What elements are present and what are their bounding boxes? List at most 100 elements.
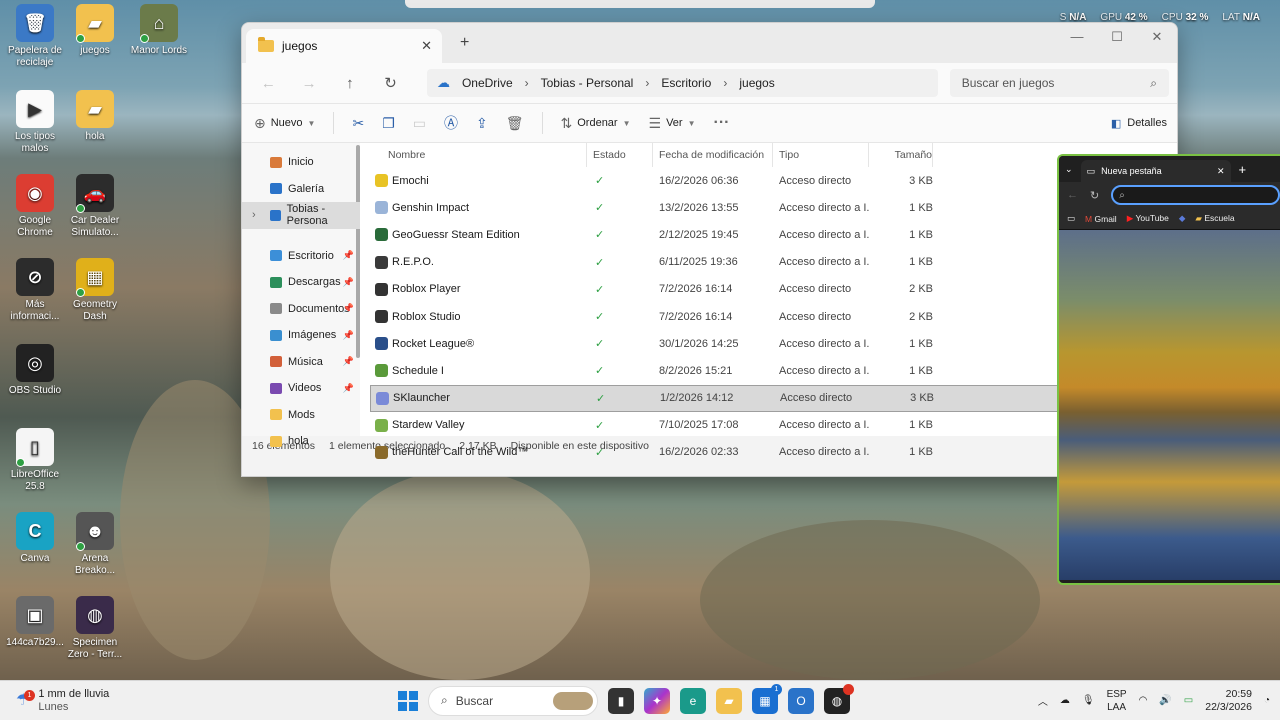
input-language[interactable]: ESP LAA (1107, 688, 1127, 714)
windows-start-icon[interactable] (398, 690, 418, 711)
details-button[interactable]: ◧ Detalles (1111, 117, 1167, 130)
close-window-button[interactable]: ✕ (1137, 29, 1177, 45)
volume-icon[interactable]: 🔊 (1159, 695, 1171, 706)
clock[interactable]: 20:59 22/3/2026 (1205, 688, 1252, 714)
breadcrumb-personal[interactable]: Tobias - Personal (541, 76, 634, 90)
store-icon[interactable]: ▦ 1 (752, 683, 782, 714)
desktop-icon[interactable]: ▰ juegos (64, 4, 126, 57)
reload-button[interactable]: ↻ (1090, 189, 1099, 202)
desktop-icon[interactable]: ◉ Google Chrome (4, 174, 66, 239)
bookmark-escuela[interactable]: ▰ Escuela (1195, 213, 1234, 224)
desktop-icon[interactable]: ◍ Specimen Zero - Terr... (64, 596, 126, 661)
table-row[interactable]: Roblox Player ✓ 7/2/2026 16:14 Acceso direc… (370, 276, 1177, 303)
new-tab-button[interactable]: + (1239, 162, 1247, 177)
refresh-button[interactable]: ↻ (372, 74, 409, 92)
breadcrumb-escritorio[interactable]: Escritorio (661, 76, 711, 90)
desktop-icon[interactable]: 🗑 Papelera de reciclaje (4, 4, 66, 69)
weather-widget[interactable]: ☂ 1 1 mm de lluvia Lunes (0, 688, 330, 714)
desktop-icon[interactable]: 🚗 Car Dealer Simulato... (64, 174, 126, 239)
minimize-button[interactable]: — (1057, 29, 1097, 45)
rename-button[interactable]: Ⓐ (444, 113, 458, 133)
browser-tab[interactable]: ▭ Nueva pestaña ✕ (1080, 160, 1231, 182)
sidebar-item[interactable]: Inicio (242, 149, 360, 176)
breadcrumb-juegos[interactable]: juegos (739, 76, 774, 90)
bookmark-extension-icon[interactable]: ◆ (1179, 213, 1186, 224)
notifications-icon[interactable]: ◔ (1264, 695, 1270, 706)
sidebar-item[interactable]: Mods (242, 402, 360, 429)
taskbar-search[interactable]: ⌕ Buscar (428, 685, 598, 716)
sidebar-item[interactable]: Galería (242, 176, 360, 203)
desktop-icon[interactable]: ⌂ Manor Lords (128, 4, 190, 57)
sidebar-item[interactable]: › Tobias - Persona (242, 202, 360, 229)
microphone-icon[interactable]: 🎙 (1082, 695, 1095, 706)
table-row[interactable]: Roblox Studio ✓ 7/2/2026 16:14 Acceso direc… (370, 303, 1177, 330)
explorer-tab[interactable]: juegos ✕ (246, 29, 442, 63)
column-size[interactable]: Tamaño (869, 143, 933, 167)
back-button[interactable]: ← (250, 75, 287, 92)
desktop-icon[interactable]: ◎ OBS Studio (4, 344, 66, 397)
chevron-up-icon[interactable]: ︿ (1038, 693, 1048, 708)
table-row[interactable]: Stardew Valley ✓ 7/10/2025 17:08 Acceso dir… (370, 412, 1177, 439)
copy-button[interactable]: ❐ (382, 115, 395, 132)
close-tab-icon[interactable]: ✕ (421, 38, 432, 54)
table-row[interactable]: Schedule I ✓ 8/2/2026 15:21 Acceso directo … (370, 357, 1177, 384)
paste-button[interactable]: ▭ (413, 115, 426, 132)
maximize-button[interactable]: ☐ (1097, 29, 1137, 45)
desktop-icon[interactable]: ☻ Arena Breako... (64, 512, 126, 577)
sidebar-item[interactable]: hola (242, 428, 360, 455)
task-view-icon[interactable]: ▮ (608, 687, 634, 714)
sidebar-item[interactable]: Música 📌 (242, 349, 360, 376)
desktop-icon[interactable]: ⊘ Más informaci... (4, 258, 66, 323)
tab-list-button[interactable]: ⌄ (1065, 164, 1073, 175)
cut-button[interactable]: ✂ (352, 115, 364, 132)
sidebar-item[interactable]: Escritorio 📌 (242, 243, 360, 270)
expand-chevron-icon[interactable]: › (252, 209, 256, 221)
table-row[interactable]: Rocket League® ✓ 30/1/2026 14:25 Acceso dir… (370, 330, 1177, 357)
back-button[interactable]: ← (1067, 189, 1078, 201)
sort-button[interactable]: ⇅ Ordenar ▼ (561, 115, 631, 132)
address-input[interactable]: ⌕ (1111, 185, 1280, 205)
app-icon[interactable]: ◍ (824, 683, 854, 714)
forward-button[interactable]: → (291, 75, 328, 92)
desktop-icon[interactable]: ▦ Geometry Dash (64, 258, 126, 323)
bookmark-youtube[interactable]: ▶ YouTube (1127, 213, 1169, 224)
desktop-icon[interactable]: ▯ LibreOffice 25.8 (4, 428, 66, 493)
desktop-icon[interactable]: ▶ Los tipos malos (4, 90, 66, 155)
bookmark-gmail[interactable]: M Gmail (1085, 214, 1117, 224)
cloud-icon[interactable]: ☁ (1060, 695, 1070, 706)
search-input[interactable]: Buscar en juegos ⌕ (949, 69, 1169, 97)
column-type[interactable]: Tipo (773, 143, 869, 167)
close-tab-icon[interactable]: ✕ (1217, 166, 1225, 177)
new-button[interactable]: ⊕ Nuevo ▼ (254, 115, 315, 132)
copilot-icon[interactable]: ✦ (644, 687, 670, 714)
share-button[interactable]: ⇪ (476, 115, 488, 132)
table-row[interactable]: SKlauncher ✓ 1/2/2026 14:12 Acceso directo 3… (370, 384, 1177, 412)
delete-button[interactable]: 🗑 (506, 115, 524, 132)
new-tab-button[interactable]: + (460, 34, 469, 52)
file-explorer-icon[interactable]: ▰ (716, 687, 742, 714)
up-button[interactable]: ↑ (331, 75, 368, 92)
table-row[interactable]: GeoGuessr Steam Edition ✓ 2/12/2025 19:45 A… (370, 221, 1177, 248)
battery-icon[interactable]: ▭ (1184, 695, 1193, 706)
desktop-icon[interactable]: ▰ hola (64, 90, 126, 143)
table-row[interactable]: Genshin Impact ✓ 13/2/2026 13:55 Acceso dir… (370, 194, 1177, 221)
table-row[interactable]: theHunter Call of the Wild™ ✓ 16/2/2026 02… (370, 439, 1177, 466)
edge-icon[interactable]: e (680, 687, 706, 714)
column-date[interactable]: Fecha de modificación (653, 143, 773, 167)
address-bar[interactable]: ☁ OneDrive › Tobias - Personal › Escrito… (426, 69, 938, 97)
desktop-icon[interactable]: C Canva (4, 512, 66, 565)
breadcrumb-onedrive[interactable]: OneDrive (462, 76, 513, 90)
wifi-icon[interactable]: ◠ (1139, 695, 1148, 706)
table-row[interactable]: R.E.P.O. ✓ 6/11/2025 19:36 Acceso directo a… (370, 249, 1177, 276)
desktop-icon[interactable]: ▣ 144ca7b29... (4, 596, 66, 649)
more-button[interactable]: ··· (714, 114, 730, 132)
sidebar-item[interactable]: Documentos 📌 (242, 296, 360, 323)
column-name[interactable]: Nombre (370, 143, 587, 167)
sidebar-item[interactable]: Imágenes 📌 (242, 322, 360, 349)
view-button[interactable]: ☰ Ver ▼ (649, 115, 696, 132)
apps-icon[interactable]: ▭ (1067, 213, 1075, 224)
outlook-icon[interactable]: O (788, 687, 814, 714)
column-status[interactable]: Estado (587, 143, 653, 167)
sidebar-item[interactable]: Descargas 📌 (242, 269, 360, 296)
table-row[interactable]: Emochi ✓ 16/2/2026 06:36 Acceso directo 3 KB (370, 167, 1177, 194)
